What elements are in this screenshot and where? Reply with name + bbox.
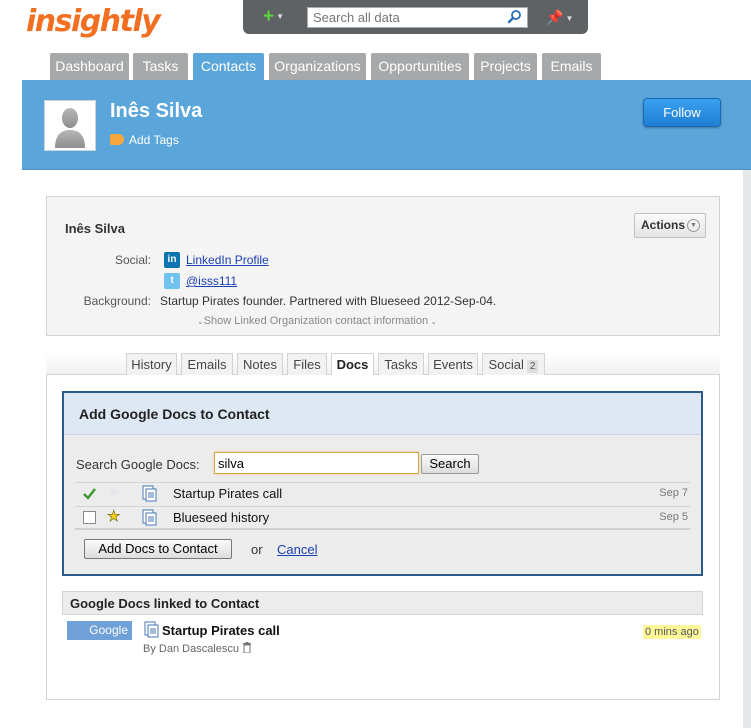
- contact-name: Inês Silva: [110, 100, 203, 122]
- checkmark-icon[interactable]: [83, 487, 96, 500]
- avatar[interactable]: [44, 100, 96, 151]
- doc-result-row[interactable]: ★ Blueseed history Sep 5: [75, 506, 690, 528]
- caret-down-icon: ▼: [276, 12, 285, 21]
- tab-notes[interactable]: Notes: [237, 353, 283, 376]
- twitter-link[interactable]: @isss111: [186, 274, 237, 288]
- linked-docs-header: Google Docs linked to Contact: [62, 591, 703, 615]
- tab-projects[interactable]: Projects: [474, 53, 537, 80]
- contact-details-card: Inês Silva Actions ▼ Social: in LinkedIn …: [46, 196, 720, 336]
- star-empty-icon[interactable]: ★: [107, 484, 120, 502]
- google-doc-icon: [144, 621, 159, 638]
- top-bar: insightly +▼ 📌▼ Dashboard Tasks Contacts…: [0, 0, 751, 80]
- contact-header: Inês Silva Add Tags Follow: [22, 80, 751, 170]
- tab-emails[interactable]: Emails: [542, 53, 601, 80]
- social-count-badge: 2: [526, 360, 539, 373]
- tab-social-label: Social: [488, 357, 524, 372]
- tab-files[interactable]: Files: [287, 353, 327, 376]
- doc-name: Startup Pirates call: [173, 486, 283, 501]
- tab-opportunities[interactable]: Opportunities: [371, 53, 469, 80]
- cancel-link[interactable]: Cancel: [277, 542, 317, 557]
- tab-history[interactable]: History: [126, 353, 177, 376]
- scrollbar[interactable]: [743, 170, 751, 728]
- author-text: By Dan Dascalescu: [143, 643, 239, 655]
- insightly-logo[interactable]: insightly: [26, 4, 161, 39]
- star-filled-icon[interactable]: ★: [107, 508, 121, 526]
- follow-button[interactable]: Follow: [643, 98, 721, 127]
- pin-button[interactable]: 📌 ▼: [546, 9, 573, 26]
- linkedin-icon: in: [164, 252, 180, 268]
- linked-doc-link[interactable]: Startup Pirates call: [162, 623, 280, 638]
- tab-social[interactable]: Social 2: [482, 353, 545, 376]
- doc-name: Blueseed history: [173, 510, 270, 525]
- pin-icon: 📌: [546, 9, 564, 25]
- time-ago-badge: 0 mins ago: [643, 625, 701, 639]
- tag-icon: [110, 134, 124, 145]
- panel-title: Add Google Docs to Contact: [79, 406, 270, 422]
- chevron-down-icon: ⌄: [197, 317, 204, 326]
- show-linked-org-toggle[interactable]: ⌄Show Linked Organization contact inform…: [197, 315, 437, 327]
- global-search-bar: +▼ 📌▼: [243, 0, 588, 34]
- add-tags-link[interactable]: Add Tags: [110, 133, 179, 147]
- tab-contacts[interactable]: Contacts: [193, 53, 264, 80]
- search-icon[interactable]: [507, 9, 523, 25]
- trash-icon[interactable]: [242, 642, 252, 653]
- tab-dashboard[interactable]: Dashboard: [50, 53, 129, 80]
- google-source-badge: Google: [67, 621, 132, 640]
- chevron-down-icon: ▼: [687, 219, 700, 232]
- google-doc-icon: [142, 509, 157, 526]
- tab-events[interactable]: Events: [428, 353, 478, 376]
- actions-button[interactable]: Actions ▼: [634, 213, 706, 238]
- panel-header: Add Google Docs to Contact: [64, 393, 701, 435]
- add-new-button[interactable]: + ▼: [263, 7, 284, 27]
- google-docs-search-label: Search Google Docs:: [76, 457, 200, 472]
- twitter-icon: t: [164, 273, 180, 289]
- search-input[interactable]: [307, 7, 528, 28]
- linked-doc-author: By Dan Dascalescu: [143, 642, 252, 655]
- add-tags-label: Add Tags: [129, 133, 179, 147]
- tab-emails-record[interactable]: Emails: [181, 353, 233, 376]
- background-text: Startup Pirates founder. Partnered with …: [160, 294, 497, 308]
- tab-tasks-record[interactable]: Tasks: [378, 353, 424, 376]
- tab-docs[interactable]: Docs: [331, 353, 374, 376]
- or-label: or: [251, 542, 263, 557]
- background-label: Background:: [83, 294, 151, 308]
- tab-organizations[interactable]: Organizations: [269, 53, 366, 80]
- divider: [75, 528, 690, 530]
- show-linked-label: Show Linked Organization contact informa…: [203, 315, 429, 327]
- social-label: Social:: [114, 253, 151, 267]
- person-silhouette-icon: [55, 108, 85, 148]
- add-docs-to-contact-button[interactable]: Add Docs to Contact: [84, 539, 232, 559]
- linked-docs-title: Google Docs linked to Contact: [70, 596, 260, 611]
- details-name: Inês Silva: [65, 221, 125, 236]
- doc-result-row[interactable]: ★ Startup Pirates call Sep 7: [75, 482, 690, 504]
- chevron-down-icon: ⌄: [428, 317, 438, 326]
- doc-date: Sep 5: [659, 511, 688, 523]
- caret-down-icon: ▼: [565, 13, 574, 23]
- linkedin-link[interactable]: LinkedIn Profile: [186, 253, 269, 267]
- google-docs-search-button[interactable]: Search: [421, 454, 479, 474]
- doc-date: Sep 7: [659, 487, 688, 499]
- tab-tasks[interactable]: Tasks: [133, 53, 188, 80]
- actions-label: Actions: [641, 218, 686, 232]
- google-docs-search-input[interactable]: [214, 452, 419, 474]
- add-google-docs-panel: Add Google Docs to Contact Search Google…: [62, 391, 703, 576]
- checkbox[interactable]: [83, 511, 96, 524]
- google-doc-icon: [142, 485, 157, 502]
